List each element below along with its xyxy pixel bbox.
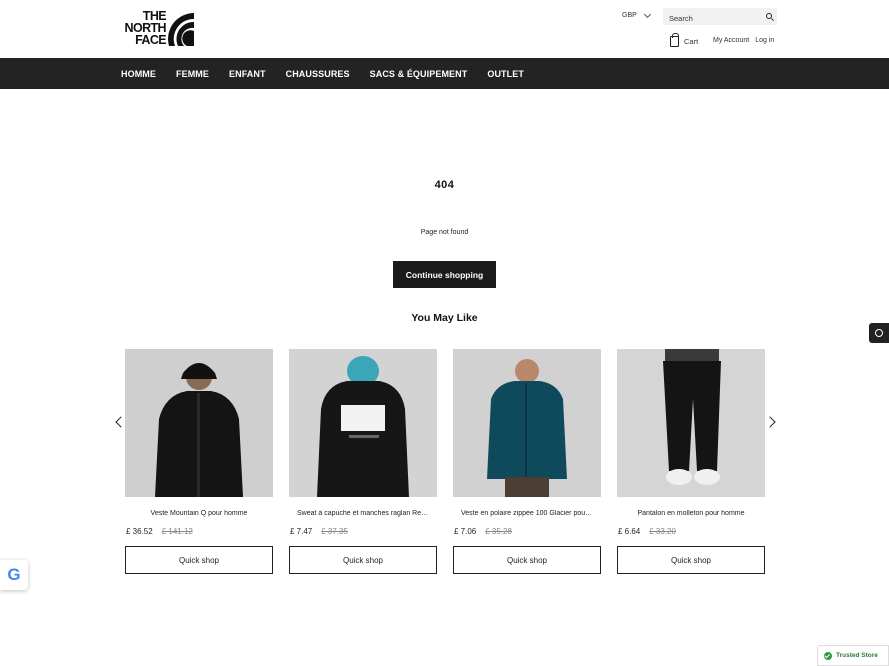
shopping-bag-icon [670, 33, 679, 47]
product-prices: £ 6.64 £ 33.20 [617, 527, 765, 536]
quick-shop-button[interactable]: Quick shop [453, 546, 601, 574]
product-prices: £ 36.52 £ 141.12 [125, 527, 273, 536]
original-price: £ 33.20 [649, 527, 676, 536]
check-shield-icon [824, 651, 832, 660]
continue-shopping-button[interactable]: Continue shopping [393, 261, 496, 288]
half-dome-icon [168, 13, 194, 46]
currency-selector[interactable]: GBP [622, 10, 651, 19]
product-name[interactable]: Pantalon en molleton pour homme [617, 510, 765, 517]
product-prices: £ 7.06 £ 35.28 [453, 527, 601, 536]
product-card: Pantalon en molleton pour homme £ 6.64 £… [617, 349, 765, 574]
nav-item-femme[interactable]: FEMME [176, 69, 209, 79]
trusted-store-badge[interactable]: Trusted Store [817, 645, 889, 666]
product-name[interactable]: Veste Mountain Q pour homme [125, 510, 273, 517]
sale-price: £ 7.47 [290, 527, 313, 536]
login-link[interactable]: Log in [755, 37, 774, 44]
product-card: Sweat à capuche et manches raglan Redbox… [289, 349, 437, 574]
product-image-teal-fleece[interactable] [453, 349, 601, 497]
logo-line-3: FACE [135, 33, 167, 47]
product-card: Veste Mountain Q pour homme £ 36.52 £ 14… [125, 349, 273, 574]
search-icon[interactable] [766, 13, 772, 19]
error-message: Page not found [420, 229, 469, 236]
product-image-fleece-pants[interactable] [617, 349, 765, 497]
fleece-figure-graphic [453, 349, 601, 497]
product-prices: £ 7.47 £ 37.35 [289, 527, 437, 536]
nav-item-homme[interactable]: HOMME [121, 69, 156, 79]
carousel-next-arrow-icon[interactable] [764, 416, 776, 428]
jacket-figure-graphic [125, 349, 273, 497]
trusted-store-label: Trusted Store [836, 652, 878, 659]
original-price: £ 141.12 [161, 527, 193, 536]
chevron-down-icon [643, 10, 651, 18]
main-nav: HOMME FEMME ENFANT CHAUSSURES SACS & ÉQU… [0, 58, 889, 89]
quick-shop-button[interactable]: Quick shop [617, 546, 765, 574]
nav-item-sacs-equipement[interactable]: SACS & ÉQUIPEMENT [370, 69, 468, 79]
sale-price: £ 6.64 [618, 527, 641, 536]
cart-label: Cart [684, 37, 699, 46]
product-name[interactable]: Sweat à capuche et manches raglan Redbox… [289, 510, 437, 517]
google-icon: G [7, 565, 21, 584]
nav-item-chaussures[interactable]: CHAUSSURES [286, 69, 350, 79]
sale-price: £ 36.52 [126, 527, 153, 536]
recommendations-title: You May Like [411, 312, 478, 324]
product-card: Veste en polaire zippée 100 Glacier pour… [453, 349, 601, 574]
hoodie-figure-graphic [289, 349, 437, 497]
quick-shop-button[interactable]: Quick shop [289, 546, 437, 574]
brand-logo[interactable]: THE NORTH FACE [111, 10, 195, 48]
search-box [663, 8, 777, 27]
logo-wordmark: THE NORTH FACE [111, 10, 167, 47]
product-image-black-jacket[interactable] [125, 349, 273, 497]
quick-shop-button[interactable]: Quick shop [125, 546, 273, 574]
account-links: My Account Log in [713, 37, 774, 44]
search-input[interactable] [663, 10, 759, 27]
recently-viewed-tab[interactable] [869, 323, 889, 343]
cart-link[interactable]: Cart [670, 33, 699, 47]
google-reviews-badge[interactable]: G [0, 560, 28, 590]
my-account-link[interactable]: My Account [713, 37, 749, 44]
pants-figure-graphic [617, 349, 765, 497]
original-price: £ 37.35 [321, 527, 348, 536]
product-name[interactable]: Veste en polaire zippée 100 Glacier pour… [453, 510, 601, 517]
sale-price: £ 7.06 [454, 527, 477, 536]
nav-item-outlet[interactable]: OUTLET [487, 69, 524, 79]
clock-icon [875, 329, 883, 337]
error-code: 404 [434, 179, 455, 191]
site-header: THE NORTH FACE GBP Cart My Account Log i… [0, 0, 889, 58]
currency-value: GBP [622, 12, 637, 19]
nav-item-enfant[interactable]: ENFANT [229, 69, 266, 79]
product-image-black-hoodie[interactable] [289, 349, 437, 497]
original-price: £ 35.28 [485, 527, 512, 536]
